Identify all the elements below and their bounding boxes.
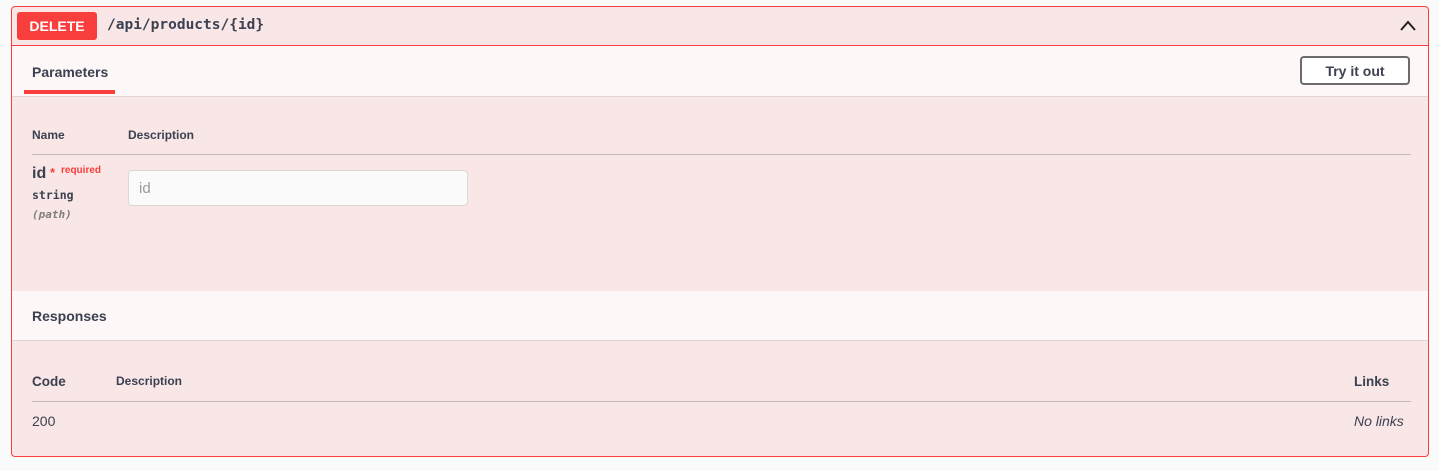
column-header-links: Links — [1354, 374, 1390, 389]
operation-summary[interactable]: DELETE /api/products/{id} — [12, 7, 1428, 46]
responses-header: Responses — [12, 291, 1428, 341]
operation-block: DELETE /api/products/{id} Parameters Try… — [11, 6, 1429, 457]
column-header-response-description: Description — [116, 374, 183, 388]
tab-parameters[interactable]: Parameters — [24, 46, 116, 94]
tab-active-indicator — [24, 90, 115, 94]
response-links: No links — [1354, 413, 1404, 429]
column-header-code: Code — [32, 374, 66, 389]
response-code: 200 — [32, 413, 56, 429]
responses-divider — [32, 401, 1411, 402]
required-star: * — [50, 165, 56, 180]
id-input[interactable] — [128, 170, 468, 206]
endpoint-path: /api/products/{id} — [107, 17, 265, 33]
param-location: (path) — [32, 208, 72, 221]
param-type: string — [32, 188, 74, 202]
chevron-up-icon[interactable] — [1398, 16, 1418, 36]
column-header-name: Name — [32, 128, 65, 142]
try-it-out-button[interactable]: Try it out — [1300, 56, 1410, 85]
parameters-divider — [32, 154, 1411, 155]
responses-title: Responses — [32, 308, 107, 324]
param-name: id — [32, 165, 47, 182]
parameters-header: Parameters Try it out — [12, 46, 1428, 97]
http-method-badge: DELETE — [17, 12, 97, 40]
column-header-description: Description — [128, 128, 195, 142]
required-label: required — [61, 165, 102, 176]
tab-parameters-label: Parameters — [32, 64, 109, 80]
